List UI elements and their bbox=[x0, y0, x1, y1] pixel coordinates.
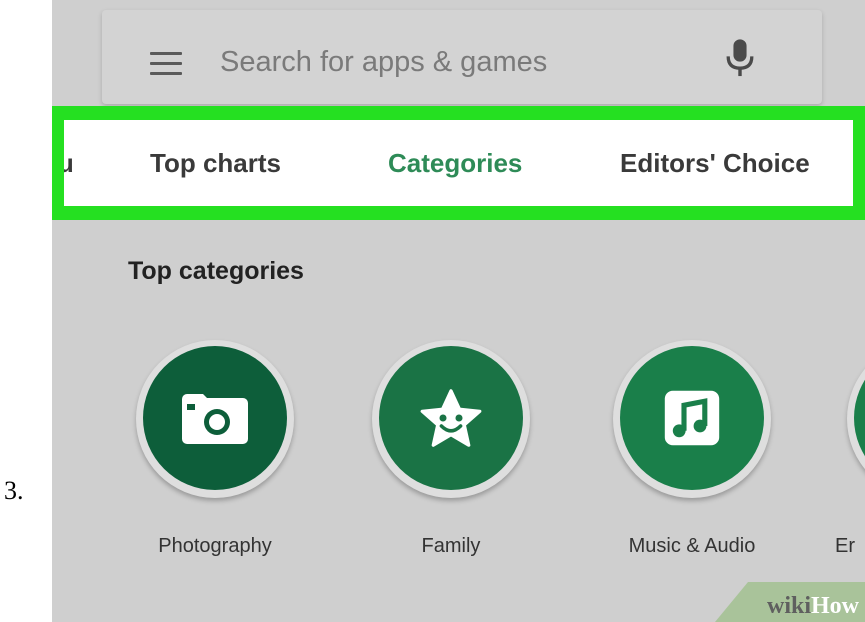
camera-icon bbox=[182, 394, 248, 444]
category-circle bbox=[136, 340, 294, 498]
search-input[interactable]: Search for apps & games bbox=[220, 46, 547, 79]
section-title: Top categories bbox=[128, 257, 304, 285]
tab-categories[interactable]: Categories bbox=[388, 120, 522, 206]
category-label: Photography bbox=[158, 535, 272, 557]
category-label: Family bbox=[421, 535, 481, 557]
microphone-icon[interactable] bbox=[724, 38, 756, 80]
category-circle bbox=[847, 340, 865, 498]
category-circle bbox=[372, 340, 530, 498]
step-number: 3. bbox=[4, 476, 24, 505]
tab-for-you[interactable]: ou bbox=[64, 120, 74, 206]
category-music-audio[interactable]: Music & Audio bbox=[603, 340, 773, 580]
category-family[interactable]: Family bbox=[362, 340, 532, 580]
search-bar[interactable]: Search for apps & games bbox=[102, 10, 822, 104]
tab-highlight-frame: ou Top charts Categories Editors' Choice bbox=[52, 106, 865, 220]
category-entertainment[interactable]: Er bbox=[835, 340, 865, 580]
category-photography[interactable]: Photography bbox=[126, 340, 296, 580]
star-face-icon bbox=[420, 389, 482, 447]
tab-editors-choice[interactable]: Editors' Choice bbox=[620, 120, 810, 206]
menu-icon[interactable] bbox=[150, 52, 182, 76]
tab-bar: ou Top charts Categories Editors' Choice bbox=[64, 120, 853, 206]
category-label: Er bbox=[835, 535, 855, 557]
play-store-screen: Search for apps & games ou Top charts Ca… bbox=[52, 0, 865, 622]
tab-top-charts[interactable]: Top charts bbox=[150, 120, 281, 206]
music-note-icon bbox=[664, 390, 720, 446]
wikihow-logo: wikiHow bbox=[766, 593, 859, 619]
category-label: Music & Audio bbox=[628, 535, 756, 557]
category-circle bbox=[613, 340, 771, 498]
